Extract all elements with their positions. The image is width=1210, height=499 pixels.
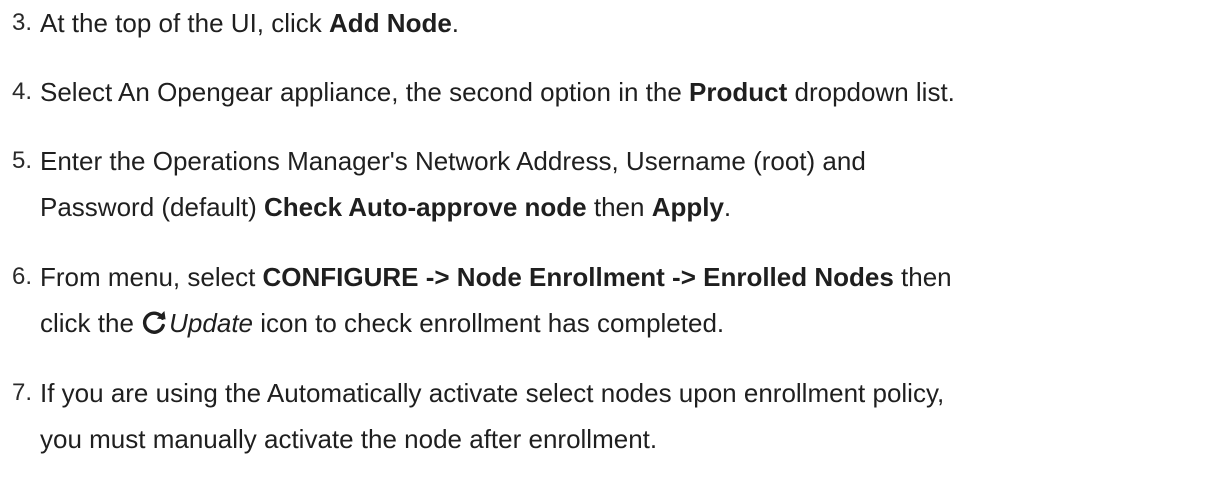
text-run: From menu, select [40,262,263,292]
step-text: Select An Opengear appliance, the second… [40,69,1205,115]
text-run: dropdown list. [787,77,955,107]
text-run: . [723,192,732,222]
text-run: Password (default) [40,192,264,222]
text-run: At the top of the UI, click [40,8,330,38]
text-run: then [893,262,952,292]
ui-term-apply: Apply [651,192,724,222]
ui-term-auto-approve: Check Auto-approve node [263,192,587,222]
ui-term-update: Update [169,308,253,338]
step-text: At the top of the UI, click Add Node. [40,0,1205,46]
ui-term-menu-path: CONFIGURE -> Node Enrollment -> Enrolled… [262,262,894,292]
step-line: Enter the Operations Manager's Network A… [40,138,1205,184]
step-line: Password (default) Check Auto-approve no… [40,184,1205,230]
step-line: If you are using the Automatically activ… [40,370,1205,416]
step-number: 3. [12,9,33,36]
text-run: . [451,8,460,38]
step-number: 7. [12,379,33,406]
step-text: If you are using the Automatically activ… [40,370,1205,462]
ui-term-add-node: Add Node [329,8,452,38]
ui-term-product: Product [689,77,788,107]
step-number: 4. [12,78,33,105]
step-line: click the Update icon to check enrollmen… [40,300,1205,346]
text-run: Enter the Operations Manager's Network A… [40,146,866,176]
text-run: icon to check enrollment has completed. [253,308,725,338]
text-run: you must manually activate the node afte… [40,424,658,454]
step-text: From menu, select CONFIGURE -> Node Enro… [40,254,1205,346]
text-run: then [586,192,652,222]
step-text: Enter the Operations Manager's Network A… [40,138,1205,230]
step-line: Select An Opengear appliance, the second… [40,69,1205,115]
text-run: Select An Opengear appliance, the second… [40,77,690,107]
step-line: From menu, select CONFIGURE -> Node Enro… [40,254,1205,300]
step-line: At the top of the UI, click Add Node. [40,0,1205,46]
step-number: 5. [12,147,33,174]
step-number: 6. [12,263,33,290]
text-run: If you are using the Automatically activ… [40,378,945,408]
refresh-icon [143,311,166,334]
text-run: click the [40,308,142,338]
step-line: you must manually activate the node afte… [40,416,1205,462]
